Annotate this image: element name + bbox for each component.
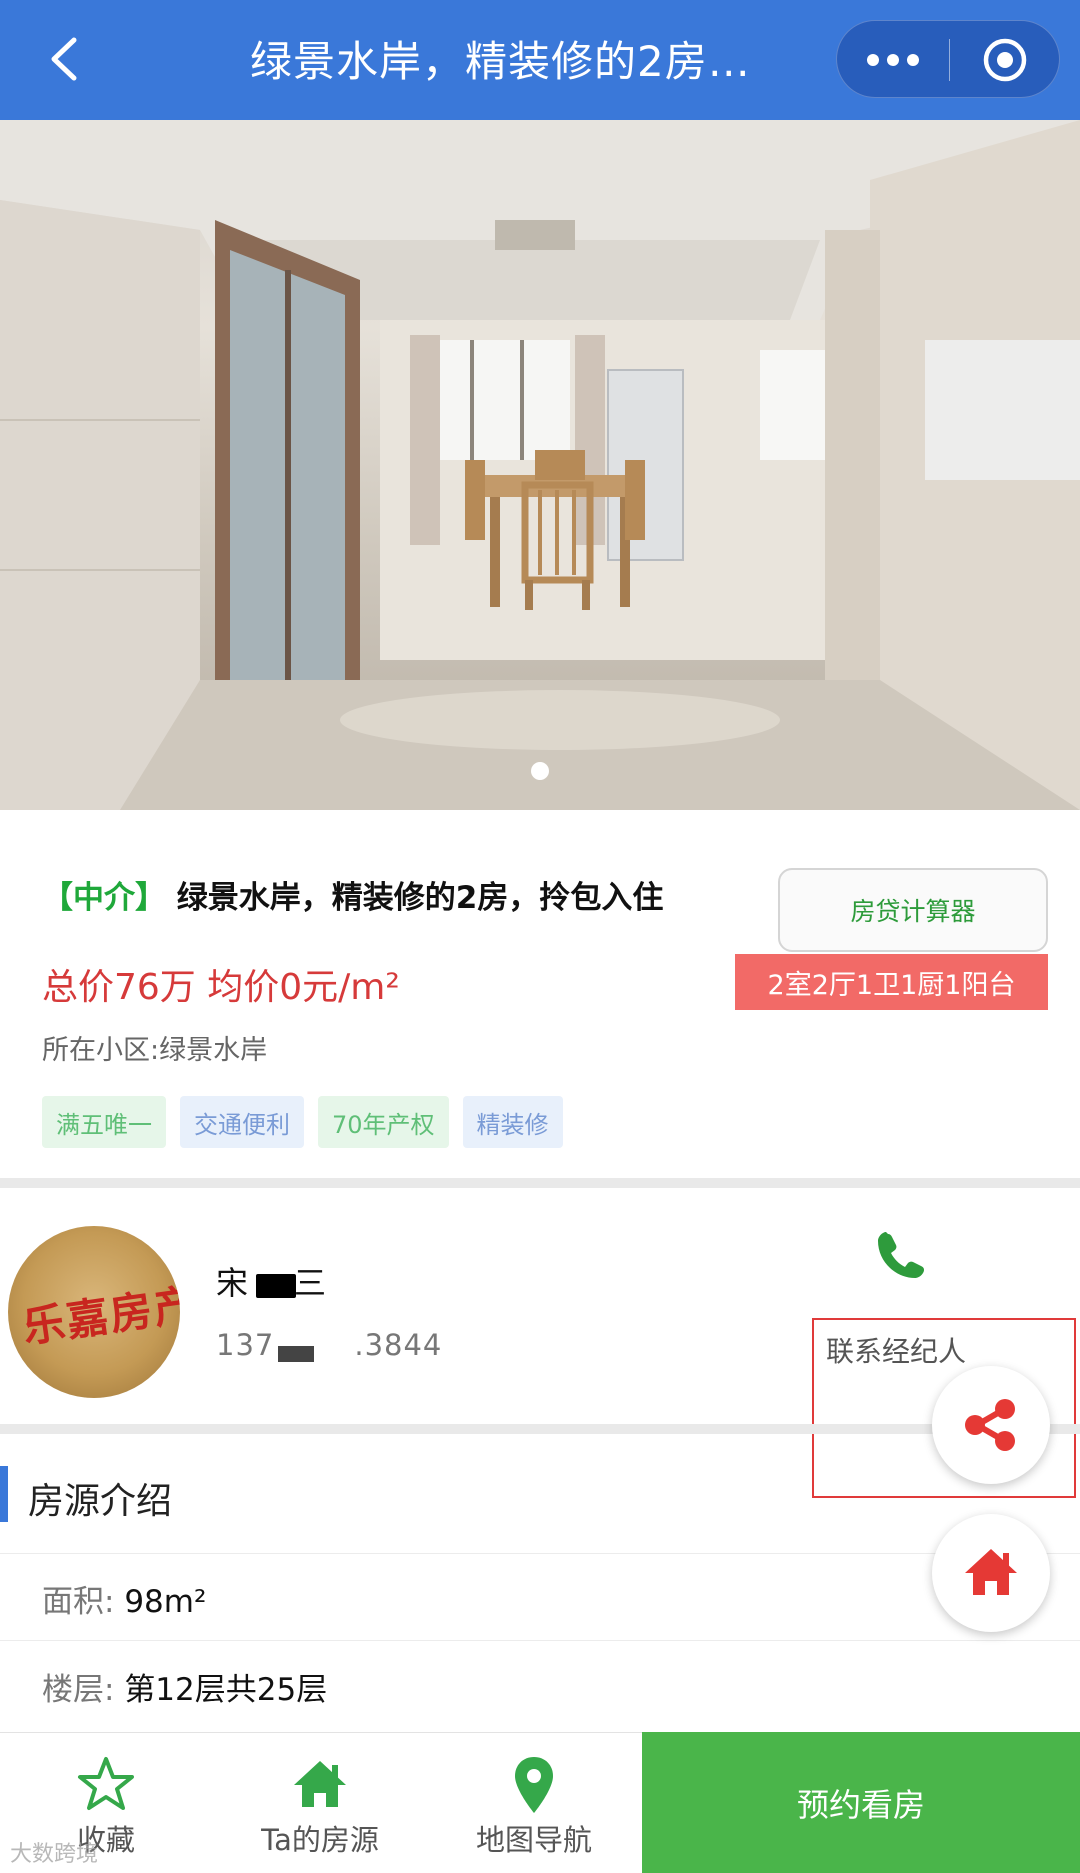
section-divider — [0, 1424, 1080, 1434]
chevron-left-icon — [51, 37, 77, 81]
area-value: 98m² — [124, 1584, 207, 1620]
back-button[interactable] — [30, 24, 100, 94]
page-title: 绿景水岸，精装修的2房… — [250, 37, 751, 86]
feature-tag: 满五唯一 — [42, 1096, 166, 1148]
more-button[interactable] — [837, 21, 949, 99]
target-circle-icon — [983, 38, 1027, 82]
share-icon — [965, 1399, 1015, 1451]
listing-photo[interactable] — [0, 120, 1080, 810]
area-row: 面积: 98m² — [42, 1576, 206, 1621]
more-dots-icon — [867, 54, 879, 66]
layout-badge: 2室2厅1卫1厨1阳台 — [735, 954, 1048, 1010]
feature-tag: 精装修 — [462, 1096, 563, 1148]
close-mini-program-button[interactable] — [949, 21, 1061, 99]
feature-tags: 满五唯一 交通便利 70年产权 精装修 — [42, 1096, 563, 1148]
agent-phone-suffix: .3844 — [354, 1328, 443, 1362]
agency-tag: 【中介】 — [42, 880, 166, 916]
call-button[interactable] — [872, 1228, 928, 1284]
home-button[interactable] — [932, 1514, 1050, 1632]
agent-avatar[interactable]: 乐嘉房产 — [8, 1226, 180, 1398]
redaction-mark — [278, 1346, 314, 1362]
agent-phone: 137 .3844 — [216, 1328, 442, 1362]
row-divider — [0, 1640, 1080, 1641]
agent-name-first: 宋 — [216, 1264, 249, 1302]
redaction-mark — [256, 1274, 296, 1298]
book-viewing-button[interactable]: 预约看房 — [642, 1732, 1080, 1873]
mortgage-calculator-button[interactable]: 房贷计算器 — [778, 868, 1048, 952]
area-label: 面积: — [42, 1584, 115, 1620]
map-navigation-button[interactable]: 地图导航 — [434, 1745, 634, 1865]
contact-agent-button[interactable]: 联系经纪人 — [826, 1330, 966, 1370]
listing-title: 【中介】 绿景水岸，精装修的2房，拎包入住 — [42, 872, 742, 917]
home-icon — [965, 1549, 1017, 1595]
map-navigation-label: 地图导航 — [475, 1823, 592, 1857]
listing-title-text: 绿景水岸，精装修的2房，拎包入住 — [176, 880, 664, 916]
room-photo-illustration — [0, 120, 1080, 810]
agent-phone-prefix: 137 — [216, 1328, 275, 1362]
floor-row: 楼层: 第12层共25层 — [42, 1664, 327, 1709]
row-divider — [0, 1553, 1080, 1554]
star-icon — [78, 1757, 134, 1810]
watermark: 大数跨境 — [10, 1842, 99, 1867]
agent-listings-label: Ta的房源 — [261, 1823, 379, 1857]
section-marker — [0, 1466, 8, 1522]
price-text: 总价76万 均价0元/m² — [42, 967, 400, 1008]
carousel-dot-active[interactable] — [531, 762, 549, 780]
mini-program-capsule — [836, 20, 1060, 98]
share-button[interactable] — [932, 1366, 1050, 1484]
phone-icon — [878, 1232, 924, 1278]
community-text: 所在小区:绿景水岸 — [42, 1035, 268, 1066]
feature-tag: 交通便利 — [180, 1096, 304, 1148]
home-icon — [294, 1761, 346, 1807]
floor-value: 第12层共25层 — [124, 1672, 328, 1708]
avatar-logo-text: 乐嘉房产 — [19, 1279, 180, 1353]
feature-tag: 70年产权 — [318, 1096, 449, 1148]
section-divider — [0, 1178, 1080, 1188]
agent-listings-button[interactable]: Ta的房源 — [220, 1745, 420, 1865]
floor-label: 楼层: — [42, 1672, 115, 1708]
agent-name-last: 三 — [294, 1264, 327, 1302]
navigation-bar: 绿景水岸，精装修的2房… — [0, 0, 1080, 120]
location-pin-icon — [515, 1757, 553, 1813]
section-title: 房源介绍 — [28, 1481, 173, 1522]
